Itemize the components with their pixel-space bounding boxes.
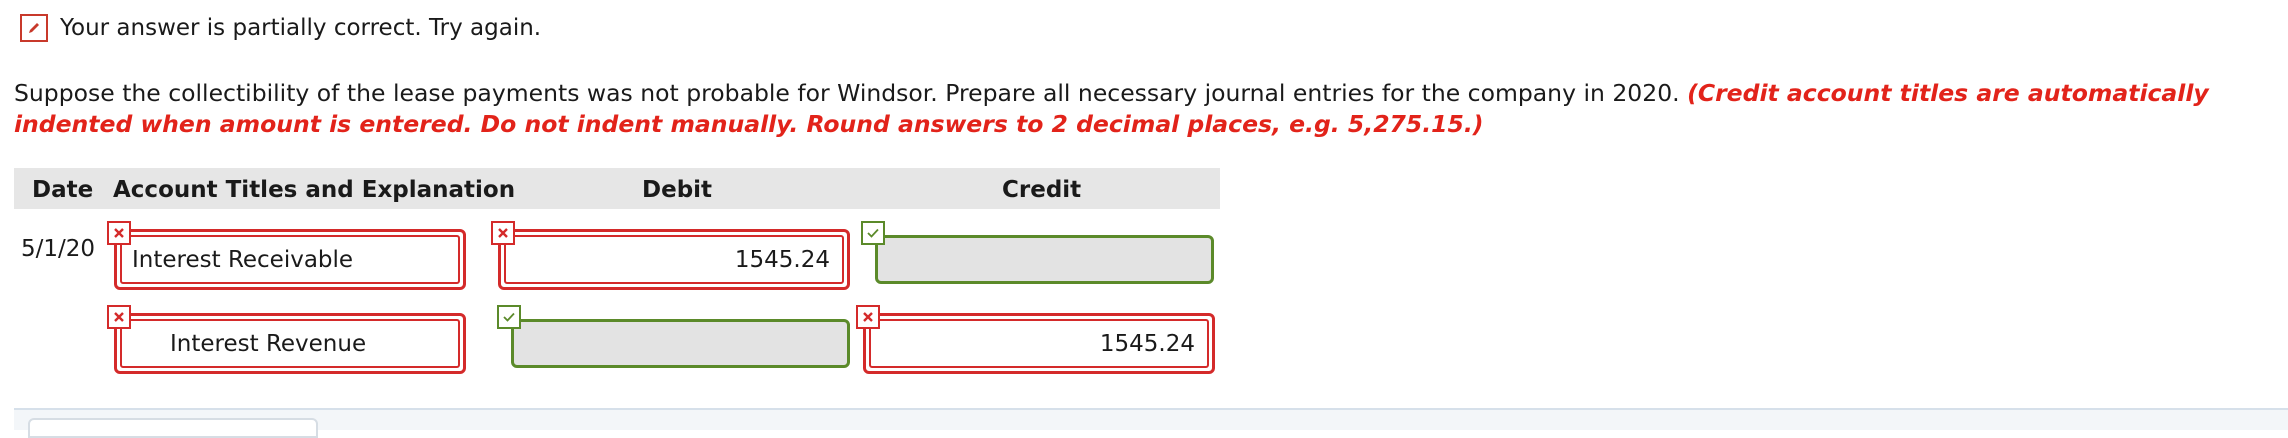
header-debit: Debit bbox=[642, 177, 713, 203]
incorrect-mark-icon bbox=[107, 305, 131, 329]
row1-debit-value: 1545.24 bbox=[504, 235, 844, 284]
journal-table-header: Date Account Titles and Explanation Debi… bbox=[14, 168, 1220, 209]
bottom-panel-tab[interactable] bbox=[28, 418, 318, 438]
bottom-panel bbox=[14, 408, 2288, 430]
incorrect-mark-icon bbox=[107, 221, 131, 245]
answer-status: Your answer is partially correct. Try ag… bbox=[20, 12, 541, 44]
correct-check-icon bbox=[497, 305, 521, 329]
incorrect-mark-icon bbox=[491, 221, 515, 245]
row2-account-input[interactable]: Interest Revenue bbox=[114, 313, 466, 374]
question-instructions: Suppose the collectibility of the lease … bbox=[14, 78, 2274, 140]
row1-credit-input[interactable] bbox=[875, 235, 1214, 284]
row1-account-input[interactable]: Interest Receivable bbox=[114, 229, 466, 290]
header-date: Date bbox=[32, 177, 94, 203]
row1-account-value: Interest Receivable bbox=[120, 235, 460, 284]
status-message: Your answer is partially correct. Try ag… bbox=[60, 15, 542, 41]
header-credit: Credit bbox=[1002, 177, 1082, 203]
row2-credit-input[interactable]: 1545.24 bbox=[863, 313, 1215, 374]
row1-debit-input[interactable]: 1545.24 bbox=[498, 229, 850, 290]
row1-date: 5/1/20 bbox=[21, 236, 96, 262]
correct-check-icon bbox=[861, 221, 885, 245]
incorrect-mark-icon bbox=[856, 305, 880, 329]
row2-account-value: Interest Revenue bbox=[120, 319, 460, 368]
row2-debit-input[interactable] bbox=[511, 319, 850, 368]
instructions-text: Suppose the collectibility of the lease … bbox=[14, 79, 1680, 107]
pencil-icon bbox=[20, 14, 48, 42]
row2-credit-value: 1545.24 bbox=[869, 319, 1209, 368]
header-account: Account Titles and Explanation bbox=[113, 177, 516, 203]
